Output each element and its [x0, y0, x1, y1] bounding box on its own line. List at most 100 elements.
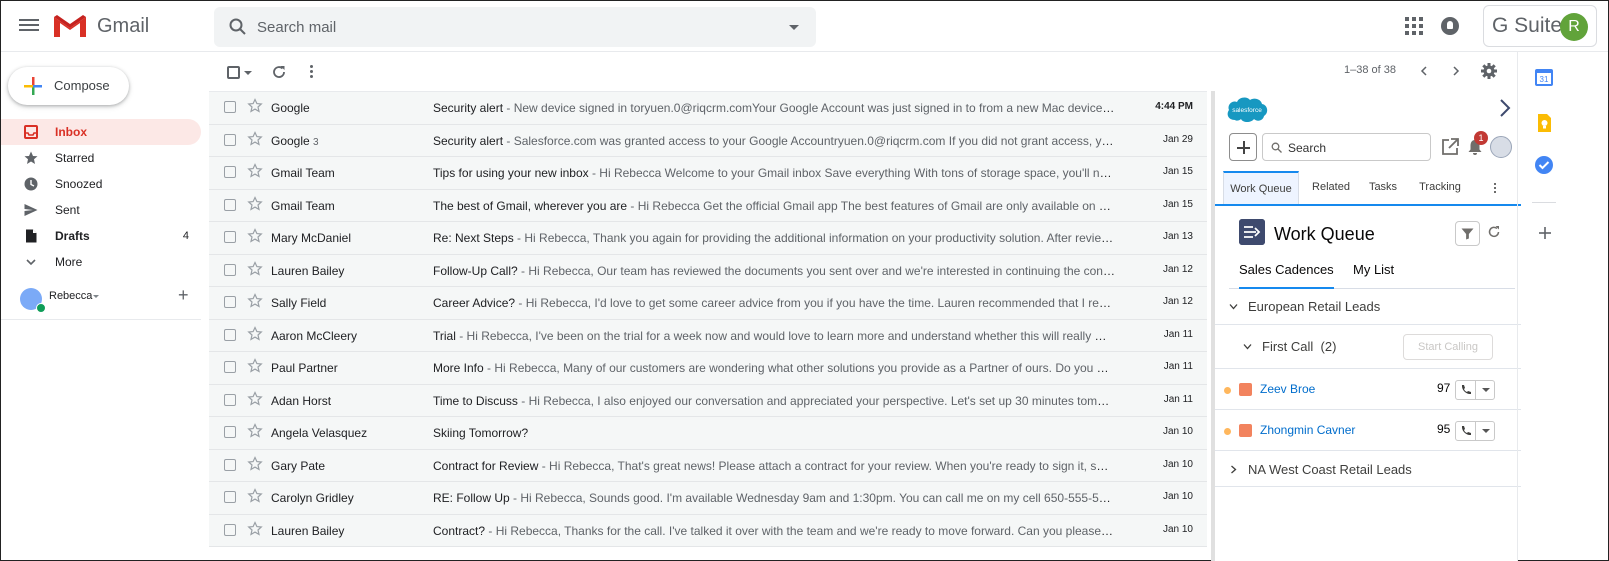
gmail-logo[interactable]: [53, 13, 87, 39]
row-checkbox[interactable]: [224, 393, 236, 406]
chevron-right-icon[interactable]: [1449, 64, 1463, 78]
avatar[interactable]: [20, 288, 46, 313]
search-bar[interactable]: [214, 7, 816, 47]
account-button[interactable]: G Suite R: [1483, 5, 1597, 47]
compose-button[interactable]: Compose: [8, 67, 129, 105]
notifications-icon[interactable]: [1441, 17, 1459, 35]
refresh-icon[interactable]: [271, 64, 287, 80]
avatar[interactable]: R: [1560, 13, 1588, 41]
row-checkbox[interactable]: [224, 101, 236, 113]
table-row[interactable]: Gary Pate Contract for Review - Hi Rebec…: [209, 449, 1207, 482]
table-row[interactable]: Lauren Bailey Contract? - Hi Rebecca, Th…: [209, 514, 1207, 547]
sidebar-item-starred[interactable]: Starred: [1, 145, 201, 171]
row-checkbox[interactable]: [224, 491, 236, 503]
table-row[interactable]: Lauren Bailey Follow-Up Call? - Hi Rebec…: [209, 254, 1207, 287]
star-icon[interactable]: [247, 228, 263, 244]
add-addon-icon[interactable]: [1538, 226, 1552, 240]
gear-icon[interactable]: [1480, 62, 1498, 80]
star-icon[interactable]: [247, 260, 263, 277]
refresh-icon[interactable]: [1487, 225, 1501, 239]
phone-icon[interactable]: [1456, 422, 1476, 440]
star-icon[interactable]: [247, 195, 263, 212]
row-checkbox[interactable]: [224, 426, 236, 438]
start-calling-button[interactable]: Start Calling: [1403, 334, 1493, 360]
chevron-down-icon[interactable]: [1243, 342, 1252, 351]
lead-name-link[interactable]: Zeev Broe: [1260, 382, 1315, 396]
star-icon[interactable]: [247, 488, 263, 504]
table-row[interactable]: Angela Velasquez Skiing Tomorrow? Jan 10: [209, 417, 1207, 450]
chevron-down-icon[interactable]: [1476, 422, 1494, 440]
tab-sales-cadences[interactable]: Sales Cadences: [1239, 262, 1334, 289]
external-link-icon[interactable]: [1440, 137, 1460, 157]
sidebar-item-drafts[interactable]: Drafts 4: [1, 223, 201, 249]
chevron-down-icon[interactable]: [93, 295, 99, 298]
salesforce-search[interactable]: [1262, 133, 1431, 161]
table-row[interactable]: Gmail Team The best of Gmail, wherever y…: [209, 189, 1207, 222]
chevron-right-icon[interactable]: [1499, 99, 1511, 117]
row-checkbox[interactable]: [224, 328, 236, 341]
search-input[interactable]: [257, 15, 737, 39]
table-row[interactable]: Adan Horst Time to Discuss - Hi Rebecca,…: [209, 384, 1207, 417]
star-icon[interactable]: [247, 325, 263, 342]
chevron-left-icon[interactable]: [1417, 64, 1431, 78]
add-contact-icon[interactable]: +: [178, 285, 189, 306]
star-icon[interactable]: [247, 520, 263, 537]
apps-grid-icon[interactable]: [1405, 17, 1423, 35]
row-checkbox[interactable]: [224, 231, 236, 243]
new-record-button[interactable]: [1229, 133, 1257, 161]
star-icon[interactable]: [247, 390, 263, 407]
sidebar-item-sent[interactable]: Sent: [1, 197, 201, 223]
row-checkbox[interactable]: [224, 198, 236, 211]
more-options-icon[interactable]: [310, 64, 314, 80]
tab-my-list[interactable]: My List: [1353, 262, 1394, 289]
row-checkbox[interactable]: [224, 458, 236, 471]
star-icon[interactable]: [247, 293, 263, 309]
table-row[interactable]: Aaron McCleery Trial - Hi Rebecca, I've …: [209, 319, 1207, 352]
email-snippet: - Hi Rebecca, I also enjoyed our convers…: [521, 393, 1115, 408]
main-menu-icon[interactable]: [19, 16, 39, 36]
tab-tracking[interactable]: Tracking: [1409, 171, 1471, 204]
star-icon[interactable]: [247, 163, 263, 179]
lead-name-link[interactable]: Zhongmin Cavner: [1260, 423, 1355, 437]
table-row[interactable]: Paul Partner More Info - Hi Rebecca, Man…: [209, 352, 1207, 385]
tasks-icon[interactable]: [1534, 155, 1554, 175]
table-row[interactable]: Sally Field Career Advice? - Hi Rebecca,…: [209, 287, 1207, 320]
row-checkbox[interactable]: [224, 523, 236, 536]
star-icon[interactable]: [247, 423, 263, 439]
search-options-icon[interactable]: [789, 25, 799, 30]
star-icon[interactable]: [247, 455, 263, 472]
phone-icon[interactable]: [1456, 381, 1476, 399]
star-icon[interactable]: [247, 130, 263, 147]
calendar-icon[interactable]: 31: [1534, 67, 1554, 87]
tab-tasks[interactable]: Tasks: [1363, 171, 1403, 204]
sidebar-item-snoozed[interactable]: Snoozed: [1, 171, 201, 197]
avatar[interactable]: [1490, 136, 1512, 158]
table-row[interactable]: Carolyn Gridley RE: Follow Up - Hi Rebec…: [209, 482, 1207, 515]
select-options-icon[interactable]: [244, 71, 252, 75]
table-row[interactable]: Google Security alert - New device signe…: [209, 92, 1207, 125]
star-icon[interactable]: [247, 98, 263, 114]
section-na-west-coast-retail-leads[interactable]: NA West Coast Retail Leads: [1215, 452, 1521, 487]
row-checkbox[interactable]: [224, 166, 236, 178]
section-european-retail-leads[interactable]: European Retail Leads: [1215, 289, 1521, 325]
row-checkbox[interactable]: [224, 361, 236, 373]
search-icon[interactable]: [228, 17, 248, 37]
tab-related[interactable]: Related: [1305, 171, 1357, 204]
filter-icon[interactable]: [1455, 221, 1480, 246]
table-row[interactable]: Gmail Team Tips for using your new inbox…: [209, 157, 1207, 190]
salesforce-search-input[interactable]: [1288, 139, 1426, 157]
chevron-down-icon[interactable]: [1476, 381, 1494, 399]
more-options-icon[interactable]: [1493, 181, 1497, 195]
account-name[interactable]: Rebecca: [49, 290, 92, 302]
keep-icon[interactable]: [1534, 113, 1554, 133]
table-row[interactable]: Mary McDaniel Re: Next Steps - Hi Rebecc…: [209, 222, 1207, 255]
row-checkbox[interactable]: [224, 133, 236, 146]
star-icon[interactable]: [247, 358, 263, 374]
row-checkbox[interactable]: [224, 296, 236, 308]
table-row[interactable]: Google 3 Security alert - Salesforce.com …: [209, 124, 1207, 157]
sidebar-item-more[interactable]: More: [1, 249, 201, 275]
sidebar-item-inbox[interactable]: Inbox: [1, 119, 201, 145]
tab-work-queue[interactable]: Work Queue: [1223, 171, 1299, 204]
select-all-checkbox[interactable]: [227, 66, 240, 79]
row-checkbox[interactable]: [224, 263, 236, 276]
